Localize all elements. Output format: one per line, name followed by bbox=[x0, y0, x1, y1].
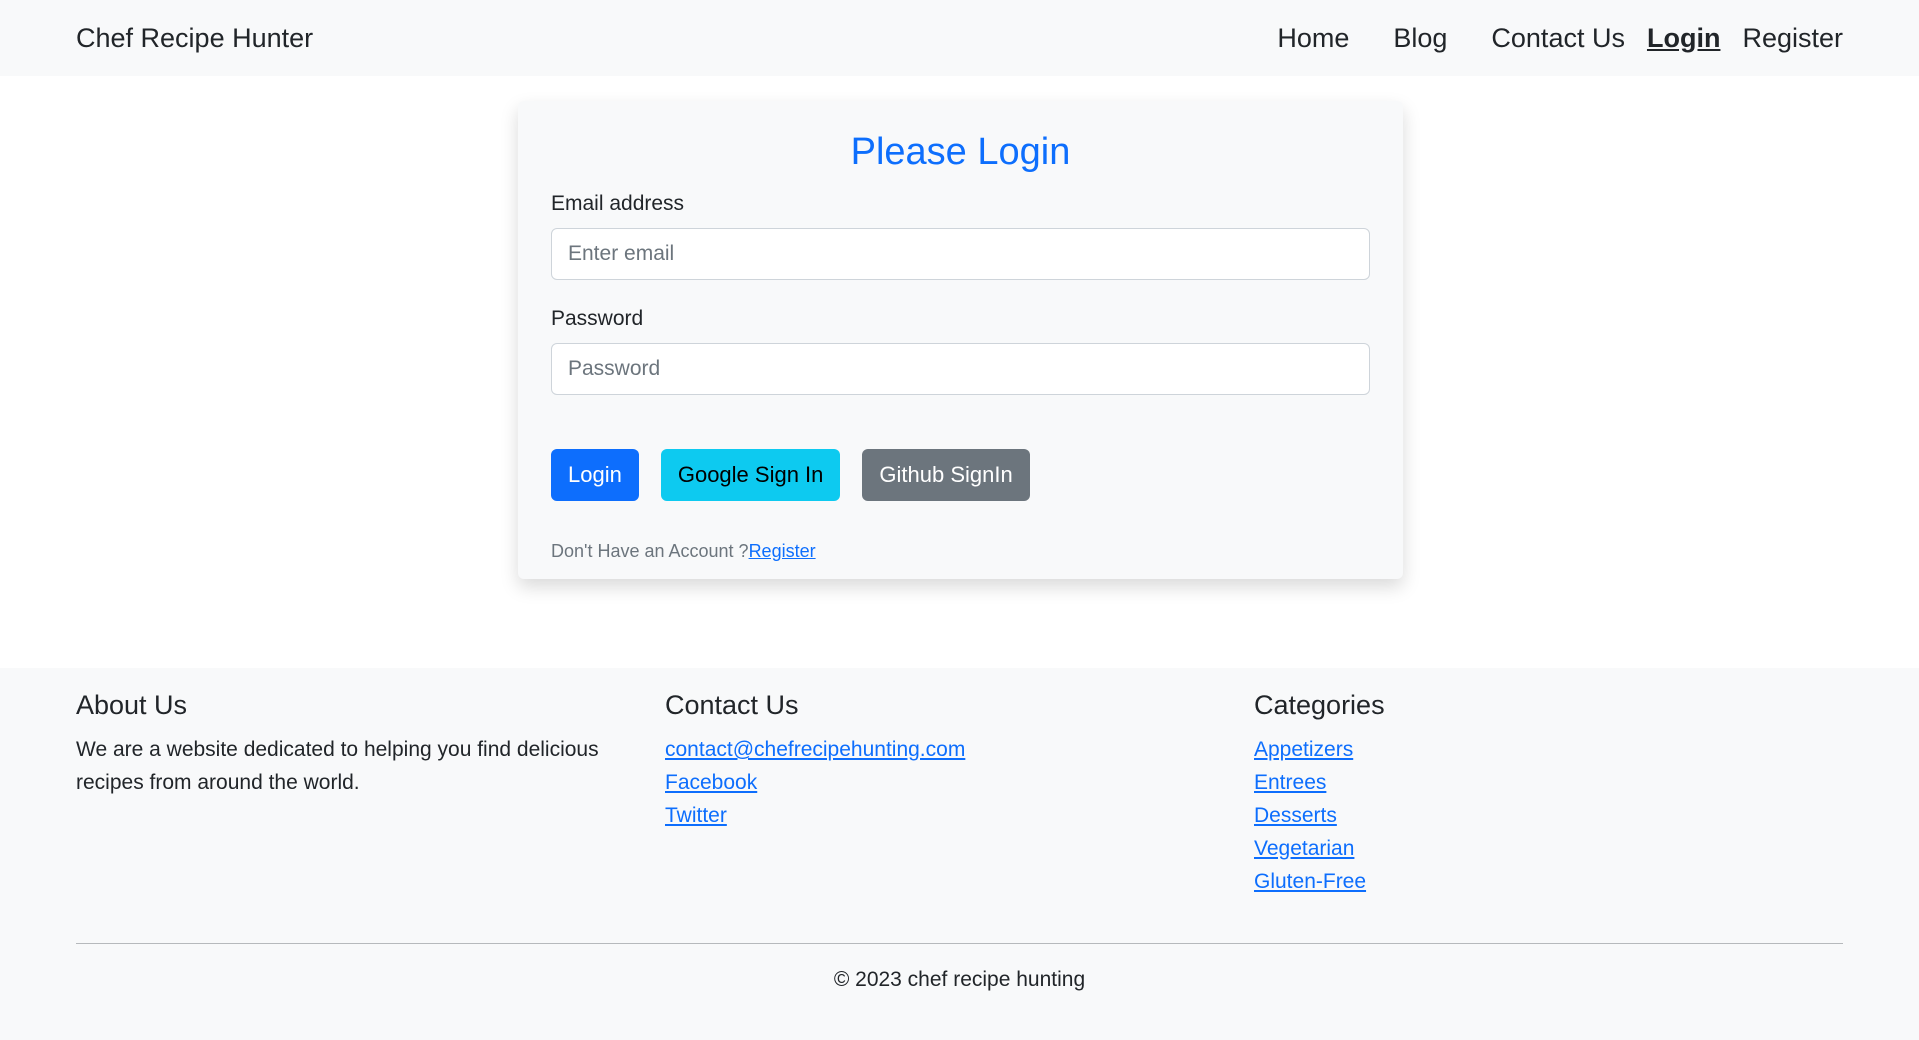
login-title: Please Login bbox=[850, 131, 1071, 173]
contact-heading: Contact Us bbox=[665, 690, 799, 720]
categories-heading: Categories bbox=[1254, 690, 1385, 720]
footer-columns: About Us We are a website dedicated to h… bbox=[76, 668, 1843, 898]
category-desserts-link[interactable]: Desserts bbox=[1254, 804, 1337, 827]
account-prompt-text: Don't Have an Account ? bbox=[551, 541, 749, 561]
google-signin-button[interactable]: Google Sign In bbox=[660, 449, 841, 501]
contact-email-link[interactable]: contact@chefrecipehunting.com bbox=[665, 738, 965, 761]
list-item: Entrees bbox=[1254, 766, 1843, 799]
list-item: Desserts bbox=[1254, 799, 1843, 832]
password-label: Password bbox=[551, 307, 644, 330]
footer-about: About Us We are a website dedicated to h… bbox=[76, 690, 665, 898]
list-item: Appetizers bbox=[1254, 733, 1843, 766]
list-item: contact@chefrecipehunting.com bbox=[665, 733, 1254, 766]
categories-list: Appetizers Entrees Desserts Vegetarian G… bbox=[1254, 733, 1843, 898]
email-input[interactable] bbox=[551, 228, 1370, 280]
copyright-text: © 2023 chef recipe hunting bbox=[833, 968, 1086, 991]
footer: About Us We are a website dedicated to h… bbox=[0, 668, 1919, 1040]
footer-categories: Categories Appetizers Entrees Desserts V… bbox=[1254, 690, 1843, 898]
main-content: Please Login Email address Password Logi… bbox=[0, 76, 1919, 668]
brand-logo[interactable]: Chef Recipe Hunter bbox=[76, 23, 313, 54]
facebook-link[interactable]: Facebook bbox=[665, 771, 757, 794]
category-entrees-link[interactable]: Entrees bbox=[1254, 771, 1326, 794]
nav-home-link[interactable]: Home bbox=[1277, 23, 1349, 54]
button-row: Login Google Sign In Github SignIn bbox=[551, 449, 1370, 501]
list-item: Vegetarian bbox=[1254, 832, 1843, 865]
navbar: Chef Recipe Hunter Home Blog Contact Us … bbox=[0, 0, 1919, 76]
nav-register-link[interactable]: Register bbox=[1742, 23, 1843, 54]
github-signin-button[interactable]: Github SignIn bbox=[862, 449, 1030, 501]
nav-blog-link[interactable]: Blog bbox=[1393, 23, 1447, 54]
nav-links: Home Blog Contact Us Login Register bbox=[1233, 23, 1843, 54]
login-button[interactable]: Login bbox=[551, 449, 639, 501]
category-vegetarian-link[interactable]: Vegetarian bbox=[1254, 837, 1354, 860]
nav-contact-link[interactable]: Contact Us bbox=[1491, 23, 1625, 54]
list-item: Facebook bbox=[665, 766, 1254, 799]
category-gluten-free-link[interactable]: Gluten-Free bbox=[1254, 870, 1366, 893]
nav-login-link[interactable]: Login bbox=[1647, 23, 1720, 54]
list-item: Gluten-Free bbox=[1254, 865, 1843, 898]
login-card: Please Login Email address Password Logi… bbox=[518, 101, 1403, 579]
footer-contact: Contact Us contact@chefrecipehunting.com… bbox=[665, 690, 1254, 898]
category-appetizers-link[interactable]: Appetizers bbox=[1254, 738, 1353, 761]
register-link[interactable]: Register bbox=[749, 541, 816, 561]
footer-divider bbox=[76, 943, 1843, 944]
twitter-link[interactable]: Twitter bbox=[665, 804, 727, 827]
about-heading: About Us bbox=[76, 690, 188, 720]
account-prompt: Don't Have an Account ?Register bbox=[551, 541, 1370, 562]
about-text: We are a website dedicated to helping yo… bbox=[76, 738, 599, 794]
password-input[interactable] bbox=[551, 343, 1370, 395]
list-item: Twitter bbox=[665, 799, 1254, 832]
contact-list: contact@chefrecipehunting.com Facebook T… bbox=[665, 733, 1254, 832]
email-label: Email address bbox=[551, 192, 685, 215]
